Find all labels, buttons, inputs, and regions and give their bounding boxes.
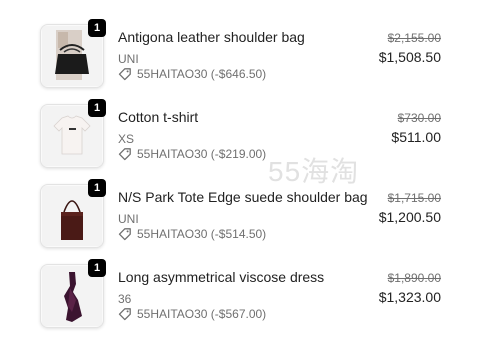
discounted-price: $1,323.00 (378, 289, 441, 305)
product-variant: XS (118, 132, 135, 146)
quantity-badge: 1 (88, 179, 106, 197)
original-price: $1,890.00 (387, 271, 441, 285)
product-name[interactable]: Antigona leather shoulder bag (118, 29, 305, 45)
original-price: $1,715.00 (387, 191, 441, 205)
product-variant: UNI (118, 52, 139, 66)
list-item: 1 Cotton t-shirt XS 55HAITAO30 (-$219.00… (0, 99, 494, 172)
order-summary-list: 1 Antigona leather shoulder bag UNI 55HA… (0, 0, 494, 340)
product-variant: UNI (118, 212, 139, 226)
discount-text: 55HAITAO30 (-$567.00) (137, 307, 267, 321)
discounted-price: $1,508.50 (378, 49, 441, 65)
discount-code: 55HAITAO30 (-$567.00) (118, 307, 266, 321)
quantity-badge: 1 (88, 99, 106, 117)
discount-text: 55HAITAO30 (-$514.50) (137, 227, 267, 241)
product-variant: 36 (118, 292, 132, 306)
discounted-price: $511.00 (391, 129, 441, 145)
tag-icon (118, 148, 131, 161)
discount-text: 55HAITAO30 (-$646.50) (137, 67, 267, 81)
product-name[interactable]: N/S Park Tote Edge suede shoulder bag (118, 189, 368, 205)
discount-text: 55HAITAO30 (-$219.00) (137, 147, 267, 161)
discount-code: 55HAITAO30 (-$219.00) (118, 147, 266, 161)
list-item: 1 N/S Park Tote Edge suede shoulder bag … (0, 179, 494, 252)
discount-code: 55HAITAO30 (-$514.50) (118, 227, 266, 241)
original-price: $2,155.00 (387, 31, 441, 45)
list-item: 1 Antigona leather shoulder bag UNI 55HA… (0, 19, 494, 92)
discount-code: 55HAITAO30 (-$646.50) (118, 67, 266, 81)
tag-icon (118, 68, 131, 81)
product-name[interactable]: Long asymmetrical viscose dress (118, 269, 324, 285)
original-price: $730.00 (397, 111, 441, 125)
tag-icon (118, 308, 131, 321)
product-name[interactable]: Cotton t-shirt (118, 109, 198, 125)
tag-icon (118, 228, 131, 241)
quantity-badge: 1 (88, 259, 106, 277)
list-item: 1 Long asymmetrical viscose dress 36 55H… (0, 259, 494, 332)
discounted-price: $1,200.50 (378, 209, 441, 225)
quantity-badge: 1 (88, 19, 106, 37)
